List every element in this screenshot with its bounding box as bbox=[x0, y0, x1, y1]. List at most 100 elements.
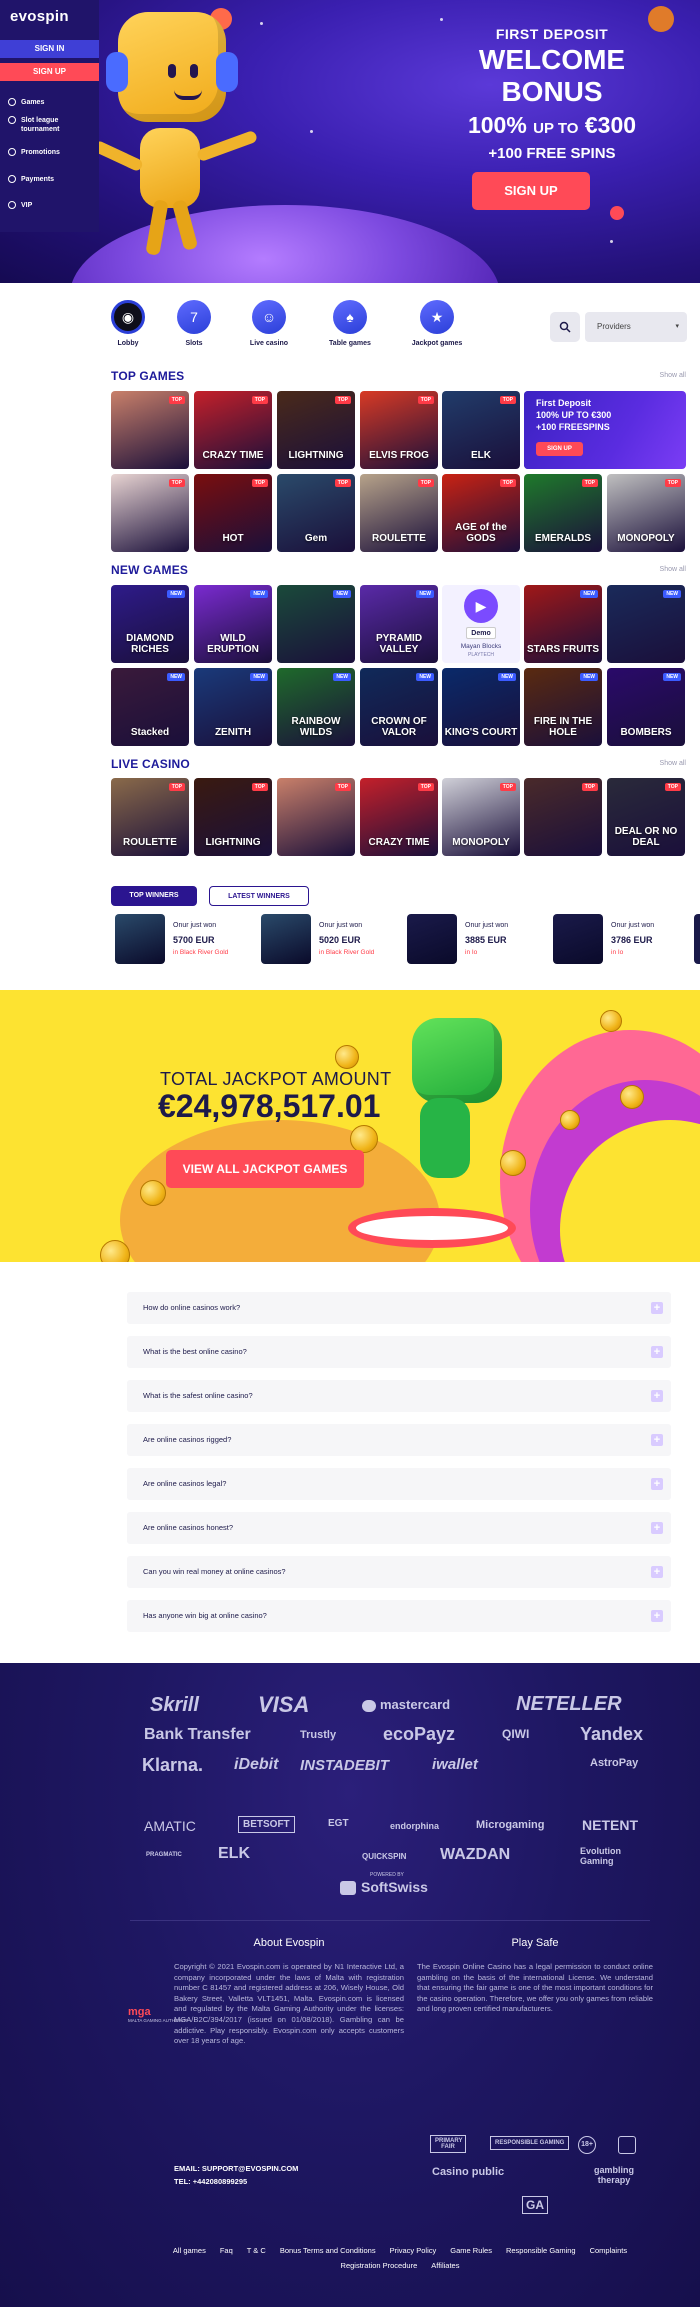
game-tile[interactable]: NEW WILD ERUPTION bbox=[194, 585, 272, 663]
sign-in-button[interactable]: SIGN IN bbox=[0, 40, 99, 58]
demo-button[interactable]: Demo bbox=[466, 627, 496, 639]
plus-icon[interactable]: + bbox=[651, 1478, 663, 1490]
game-tile[interactable]: TOP bbox=[111, 474, 189, 552]
game-tile[interactable]: TOP AGE of the GODS bbox=[442, 474, 520, 552]
game-tile[interactable]: NEW STARS FRUITS bbox=[524, 585, 602, 663]
winner-item[interactable]: Onur just won 3786 EUR in Io bbox=[549, 914, 689, 964]
plus-icon[interactable]: + bbox=[651, 1610, 663, 1622]
footer-link[interactable]: Privacy Policy bbox=[390, 2246, 437, 2255]
footer-link[interactable]: Responsible Gaming bbox=[506, 2246, 576, 2255]
providers-select[interactable]: Providers ▾ bbox=[585, 312, 687, 342]
game-tile[interactable]: TOP ELVIS FROG bbox=[360, 391, 438, 469]
faq-item[interactable]: Can you win real money at online casinos… bbox=[127, 1556, 671, 1588]
demo-game-tile[interactable]: ▶ Demo Mayan Blocks PLAYTECH bbox=[442, 585, 520, 663]
show-all-link[interactable]: Show all bbox=[660, 372, 686, 379]
menu-item-promotions[interactable]: Promotions bbox=[8, 148, 60, 157]
game-tile[interactable]: NEW CROWN OF VALOR bbox=[360, 668, 438, 746]
game-tile[interactable]: NEW BOMBERS bbox=[607, 668, 685, 746]
footer-link[interactable]: Faq bbox=[220, 2246, 233, 2255]
game-tile[interactable]: TOP ROULETTE bbox=[111, 778, 189, 856]
game-tile[interactable]: NEW bbox=[277, 585, 355, 663]
contact-email[interactable]: EMAIL: SUPPORT@EVOSPIN.COM bbox=[174, 2164, 298, 2173]
planet-icon bbox=[610, 206, 624, 220]
faq-item[interactable]: Are online casinos rigged? + bbox=[127, 1424, 671, 1456]
yandex-logo: Yandex bbox=[580, 1724, 644, 1744]
winner-item[interactable]: Onur just won 3885 EUR in Io bbox=[403, 914, 543, 964]
logo[interactable]: evospin bbox=[10, 8, 69, 25]
faq-item[interactable]: Are online casinos legal? + bbox=[127, 1468, 671, 1500]
game-tile[interactable]: TOP bbox=[111, 391, 189, 469]
game-tile[interactable]: TOP bbox=[524, 778, 602, 856]
game-tile[interactable]: TOP MONOPOLY bbox=[607, 474, 685, 552]
game-tile[interactable]: TOP EMERALDS bbox=[524, 474, 602, 552]
menu-item-games[interactable]: Games bbox=[8, 98, 44, 107]
promo-tile[interactable]: First Deposit 100% UP TO €300 +100 FREES… bbox=[524, 391, 686, 469]
show-all-link[interactable]: Show all bbox=[660, 566, 686, 573]
faq-item[interactable]: How do online casinos work? + bbox=[127, 1292, 671, 1324]
faq-item[interactable]: Are online casinos honest? + bbox=[127, 1512, 671, 1544]
promo-signup-button[interactable]: SIGN UP bbox=[536, 442, 583, 456]
tab-latest-winners[interactable]: LATEST WINNERS bbox=[209, 886, 309, 906]
game-badge: TOP bbox=[581, 479, 598, 487]
game-tile[interactable]: NEW bbox=[607, 585, 685, 663]
view-jackpot-games-button[interactable]: VIEW ALL JACKPOT GAMES bbox=[166, 1150, 364, 1188]
game-tile[interactable]: TOP HOT bbox=[194, 474, 272, 552]
game-tile[interactable]: TOP LIGHTNING bbox=[277, 391, 355, 469]
games-icon bbox=[8, 98, 16, 106]
game-tile[interactable]: TOP CRAZY TIME bbox=[194, 391, 272, 469]
footer-link[interactable]: Bonus Terms and Conditions bbox=[280, 2246, 376, 2255]
game-tile[interactable]: NEW DIAMOND RICHES bbox=[111, 585, 189, 663]
menu-item-vip[interactable]: VIP bbox=[8, 201, 32, 210]
game-tile[interactable]: NEW RAINBOW WILDS bbox=[277, 668, 355, 746]
plus-icon[interactable]: + bbox=[651, 1302, 663, 1314]
plus-icon[interactable]: + bbox=[651, 1390, 663, 1402]
menu-item-payments[interactable]: Payments bbox=[8, 175, 54, 184]
tab-top-winners[interactable]: TOP WINNERS bbox=[111, 886, 197, 906]
footer-link[interactable]: Registration Procedure bbox=[341, 2261, 418, 2270]
plus-icon[interactable]: + bbox=[651, 1522, 663, 1534]
winner-game[interactable]: in Black River Gold bbox=[173, 949, 228, 956]
game-tile[interactable]: TOP ROULETTE bbox=[360, 474, 438, 552]
faq-item[interactable]: What is the safest online casino? + bbox=[127, 1380, 671, 1412]
hero-signup-button[interactable]: SIGN UP bbox=[472, 172, 590, 210]
contact-phone[interactable]: TEL: +442080899295 bbox=[174, 2177, 247, 2186]
game-title: KING'S COURT bbox=[444, 727, 518, 738]
menu-item-slot-league[interactable]: Slot league tournament bbox=[8, 116, 96, 134]
winner-game[interactable]: in Io bbox=[465, 949, 477, 956]
age-18-icon: 18+ bbox=[578, 2136, 596, 2154]
footer-link[interactable]: T & C bbox=[247, 2246, 266, 2255]
game-tile[interactable]: TOP CRAZY TIME bbox=[360, 778, 438, 856]
winner-item[interactable]: Onur just won 5700 EUR in Black River Gold bbox=[111, 914, 251, 964]
game-tile[interactable]: NEW FIRE IN THE HOLE bbox=[524, 668, 602, 746]
game-tile[interactable]: NEW ZENITH bbox=[194, 668, 272, 746]
faq-item[interactable]: Has anyone win big at online casino? + bbox=[127, 1600, 671, 1632]
footer-link[interactable]: Complaints bbox=[590, 2246, 628, 2255]
tab-jackpot-games[interactable]: ★ Jackpot games bbox=[402, 300, 472, 347]
game-tile[interactable]: TOP LIGHTNING bbox=[194, 778, 272, 856]
game-tile[interactable]: NEW KING'S COURT bbox=[442, 668, 520, 746]
plus-icon[interactable]: + bbox=[651, 1566, 663, 1578]
game-tile[interactable]: NEW PYRAMID VALLEY bbox=[360, 585, 438, 663]
tab-lobby[interactable]: ◉ Lobby bbox=[93, 300, 163, 347]
tab-table-games[interactable]: ♠ Table games bbox=[315, 300, 385, 347]
game-tile[interactable]: NEW Stacked bbox=[111, 668, 189, 746]
tab-live-casino[interactable]: ☺ Live casino bbox=[234, 300, 304, 347]
footer-link[interactable]: All games bbox=[173, 2246, 206, 2255]
game-tile[interactable]: TOP bbox=[277, 778, 355, 856]
faq-item[interactable]: What is the best online casino? + bbox=[127, 1336, 671, 1368]
footer-link[interactable]: Affiliates bbox=[431, 2261, 459, 2270]
plus-icon[interactable]: + bbox=[651, 1346, 663, 1358]
winner-item[interactable]: Onur just won 5020 EUR in Black River Gold bbox=[257, 914, 397, 964]
game-tile[interactable]: TOP ELK bbox=[442, 391, 520, 469]
game-tile[interactable]: TOP MONOPOLY bbox=[442, 778, 520, 856]
show-all-link[interactable]: Show all bbox=[660, 760, 686, 767]
sign-up-button[interactable]: SIGN UP bbox=[0, 63, 99, 81]
winner-game[interactable]: in Io bbox=[611, 949, 623, 956]
tab-slots[interactable]: 7 Slots bbox=[159, 300, 229, 347]
game-tile[interactable]: TOP Gem bbox=[277, 474, 355, 552]
plus-icon[interactable]: + bbox=[651, 1434, 663, 1446]
footer-link[interactable]: Game Rules bbox=[450, 2246, 492, 2255]
search-button[interactable] bbox=[550, 312, 580, 342]
winner-game[interactable]: in Black River Gold bbox=[319, 949, 374, 956]
game-tile[interactable]: TOP DEAL OR NO DEAL bbox=[607, 778, 685, 856]
